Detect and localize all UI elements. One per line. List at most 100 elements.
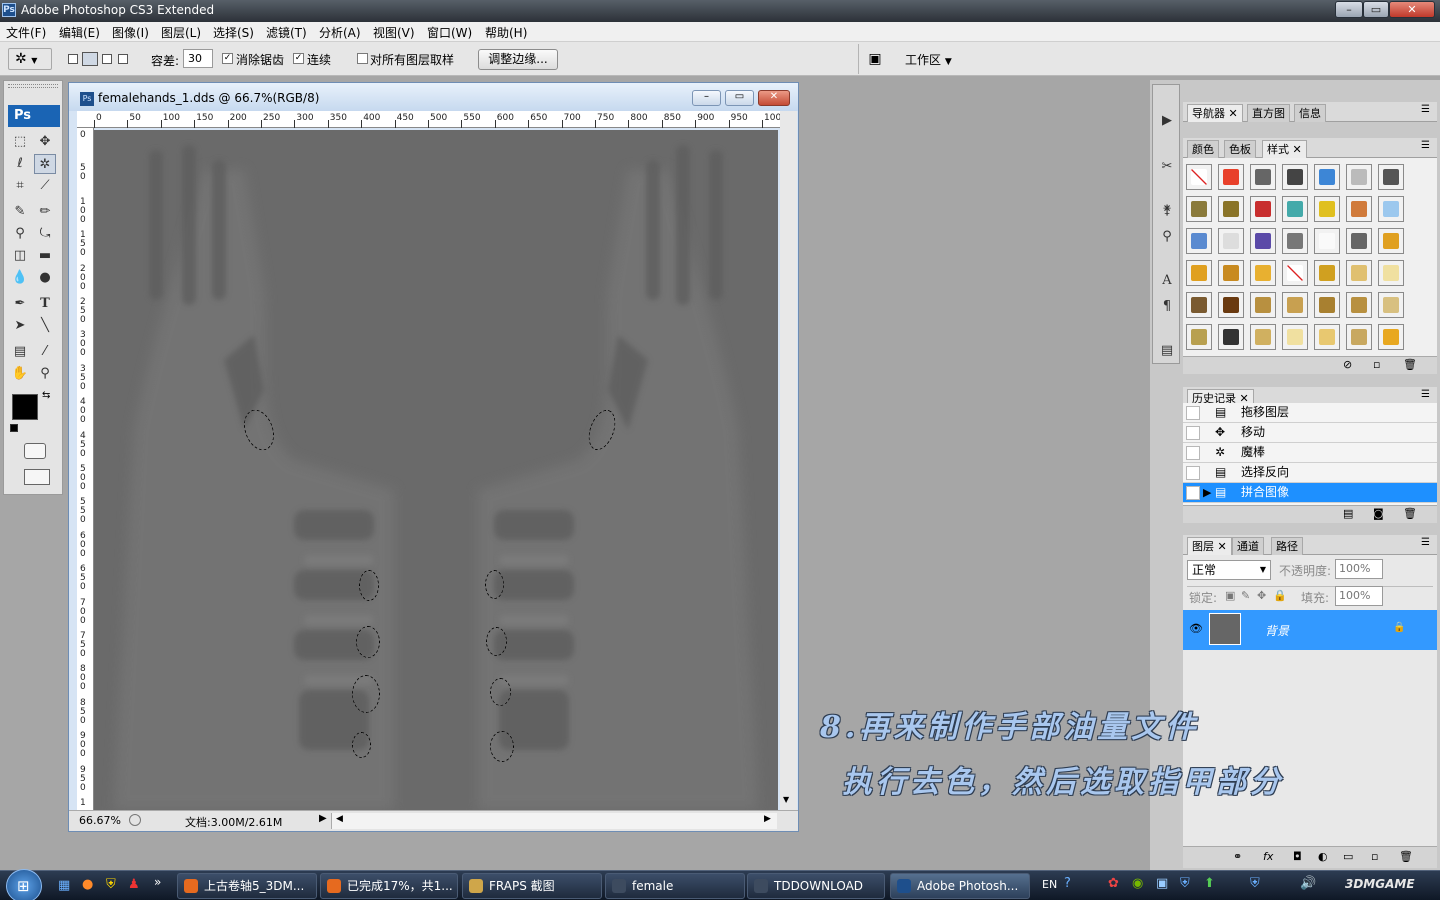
marquee-icon[interactable]: ⬚ xyxy=(9,132,31,152)
refine-edge-button[interactable]: 调整边缘... xyxy=(478,49,558,70)
style-swatch[interactable] xyxy=(1218,292,1244,318)
add-selection-icon[interactable] xyxy=(82,52,98,66)
minimize-button[interactable]: – xyxy=(1335,1,1363,18)
style-swatch[interactable] xyxy=(1282,164,1308,190)
style-swatch[interactable] xyxy=(1282,292,1308,318)
style-swatch[interactable] xyxy=(1250,324,1276,350)
menu-edit[interactable]: 编辑(E) xyxy=(59,24,100,41)
doc-minimize-button[interactable]: – xyxy=(692,90,721,106)
new-document-icon[interactable]: ▤ xyxy=(1343,507,1353,520)
style-swatch[interactable] xyxy=(1314,260,1340,286)
scroll-down-icon[interactable]: ▼ xyxy=(783,795,789,804)
layer-style-icon[interactable]: fx xyxy=(1263,850,1273,863)
taskbar-item[interactable]: TDDOWNLOAD xyxy=(747,873,885,899)
tab-paths[interactable]: 路径 xyxy=(1271,537,1303,555)
new-layer-icon[interactable]: ▫ xyxy=(1371,850,1378,863)
show-desktop-icon[interactable]: ▦ xyxy=(58,878,70,893)
style-swatch[interactable] xyxy=(1314,228,1340,254)
style-swatch[interactable] xyxy=(1218,196,1244,222)
horizontal-scrollbar[interactable]: ◀ ▶ xyxy=(331,813,777,829)
tool-preset-picker[interactable]: ✲ ▼ xyxy=(8,48,52,70)
menu-analysis[interactable]: 分析(A) xyxy=(319,24,361,41)
scroll-right-icon[interactable]: ▶ xyxy=(764,814,771,824)
zoom-icon[interactable]: ⚲ xyxy=(34,364,56,384)
stamp-icon[interactable]: ⚲ xyxy=(9,224,31,244)
adjustment-layer-icon[interactable]: ◐ xyxy=(1318,850,1328,863)
layer-mask-icon[interactable]: ◘ xyxy=(1293,850,1302,863)
qq-quicklaunch-icon[interactable]: ♟ xyxy=(128,877,140,892)
brush-icon[interactable]: ✏ xyxy=(34,202,56,222)
history-state-marker-icon[interactable]: ▶ xyxy=(1203,483,1211,502)
taskbar-item[interactable]: FRAPS 截图 xyxy=(462,873,602,899)
doc-close-button[interactable]: ✕ xyxy=(758,90,790,106)
shield-tray-icon[interactable]: ⛨ xyxy=(1180,876,1190,891)
quick-mask-icon[interactable] xyxy=(24,443,46,459)
menu-file[interactable]: 文件(F) xyxy=(6,24,46,41)
menu-view[interactable]: 视图(V) xyxy=(373,24,415,41)
menu-select[interactable]: 选择(S) xyxy=(213,24,254,41)
style-swatch[interactable] xyxy=(1314,292,1340,318)
swap-colors-icon[interactable]: ⇆ xyxy=(42,390,50,401)
style-swatch[interactable] xyxy=(1250,196,1276,222)
history-checkbox[interactable] xyxy=(1186,426,1200,440)
style-swatch[interactable] xyxy=(1378,196,1404,222)
security-quicklaunch-icon[interactable]: ⛨ xyxy=(106,877,116,892)
workspace-menu[interactable]: 工作区 ▼ xyxy=(905,51,952,68)
volume-tray-icon[interactable]: 🔊 xyxy=(1300,876,1316,891)
tolerance-input[interactable]: 30 xyxy=(183,49,213,68)
subtract-selection-icon[interactable] xyxy=(102,54,112,64)
style-swatch[interactable] xyxy=(1218,228,1244,254)
pen-icon[interactable]: ✒ xyxy=(9,294,31,314)
style-swatch[interactable] xyxy=(1346,164,1372,190)
gradient-icon[interactable]: ▬ xyxy=(34,246,56,266)
notes-icon[interactable]: ▤ xyxy=(9,342,31,362)
contiguous-checkbox[interactable]: ✓ xyxy=(293,53,304,64)
history-item[interactable]: ▤ 选择反向 xyxy=(1183,463,1437,483)
tab-info[interactable]: 信息 xyxy=(1294,104,1326,122)
blur-icon[interactable]: 💧 xyxy=(9,268,31,288)
tab-layers[interactable]: 图层 ✕ xyxy=(1187,537,1232,555)
taskbar-item[interactable]: female xyxy=(605,873,745,899)
delete-history-icon[interactable]: 🗑 xyxy=(1403,507,1417,520)
taskbar-item-active[interactable]: Adobe Photosh... xyxy=(890,873,1030,899)
magic-wand-icon[interactable]: ✲ xyxy=(34,154,56,174)
more-quicklaunch-icon[interactable]: » xyxy=(154,875,161,889)
lasso-icon[interactable]: ℓ xyxy=(9,154,31,174)
blend-mode-select[interactable]: 正常 ▼ xyxy=(1187,560,1271,580)
style-swatch[interactable] xyxy=(1218,324,1244,350)
style-swatch[interactable] xyxy=(1346,228,1372,254)
line-icon[interactable]: ╲ xyxy=(34,316,56,336)
network-tray-icon[interactable]: ▣ xyxy=(1156,876,1168,891)
status-arrow-icon[interactable]: ▶ xyxy=(319,813,327,824)
style-swatch[interactable] xyxy=(1186,228,1212,254)
style-swatch[interactable] xyxy=(1378,292,1404,318)
lock-pixels-icon[interactable]: ✎ xyxy=(1241,589,1250,602)
menu-filter[interactable]: 滤镜(T) xyxy=(266,24,307,41)
document-title-bar[interactable]: Ps femalehands_1.dds @ 66.7%(RGB/8) – ▭ … xyxy=(69,83,798,111)
eyedropper-icon[interactable]: ⁄ xyxy=(34,342,56,362)
toolbox-grip[interactable] xyxy=(8,84,58,88)
style-swatch[interactable] xyxy=(1186,260,1212,286)
fill-input[interactable]: 100% xyxy=(1335,586,1383,606)
delete-style-icon[interactable]: 🗑 xyxy=(1403,358,1417,371)
eye-icon[interactable]: 👁 xyxy=(1189,622,1203,635)
tab-channels[interactable]: 通道 xyxy=(1232,537,1264,555)
link-layers-icon[interactable]: ⚭ xyxy=(1233,850,1242,863)
style-swatch[interactable] xyxy=(1218,164,1244,190)
history-checkbox[interactable] xyxy=(1186,466,1200,480)
update-tray-icon[interactable]: ⬆ xyxy=(1204,876,1215,891)
tool-presets-icon[interactable]: ⚵ xyxy=(1156,201,1178,221)
panel-menu-icon[interactable]: ☰ xyxy=(1421,104,1430,115)
style-swatch[interactable] xyxy=(1378,164,1404,190)
move-icon[interactable]: ✥ xyxy=(34,132,56,152)
style-swatch[interactable] xyxy=(1250,228,1276,254)
style-swatch[interactable] xyxy=(1346,292,1372,318)
language-indicator[interactable]: EN xyxy=(1042,878,1057,891)
history-brush-icon[interactable]: ⤿ xyxy=(34,224,56,244)
style-swatch[interactable] xyxy=(1378,260,1404,286)
tab-swatches[interactable]: 色板 xyxy=(1224,140,1256,158)
style-swatch[interactable] xyxy=(1186,196,1212,222)
style-swatch[interactable] xyxy=(1346,324,1372,350)
scroll-left-icon[interactable]: ◀ xyxy=(336,814,343,824)
new-selection-icon[interactable] xyxy=(68,54,78,64)
